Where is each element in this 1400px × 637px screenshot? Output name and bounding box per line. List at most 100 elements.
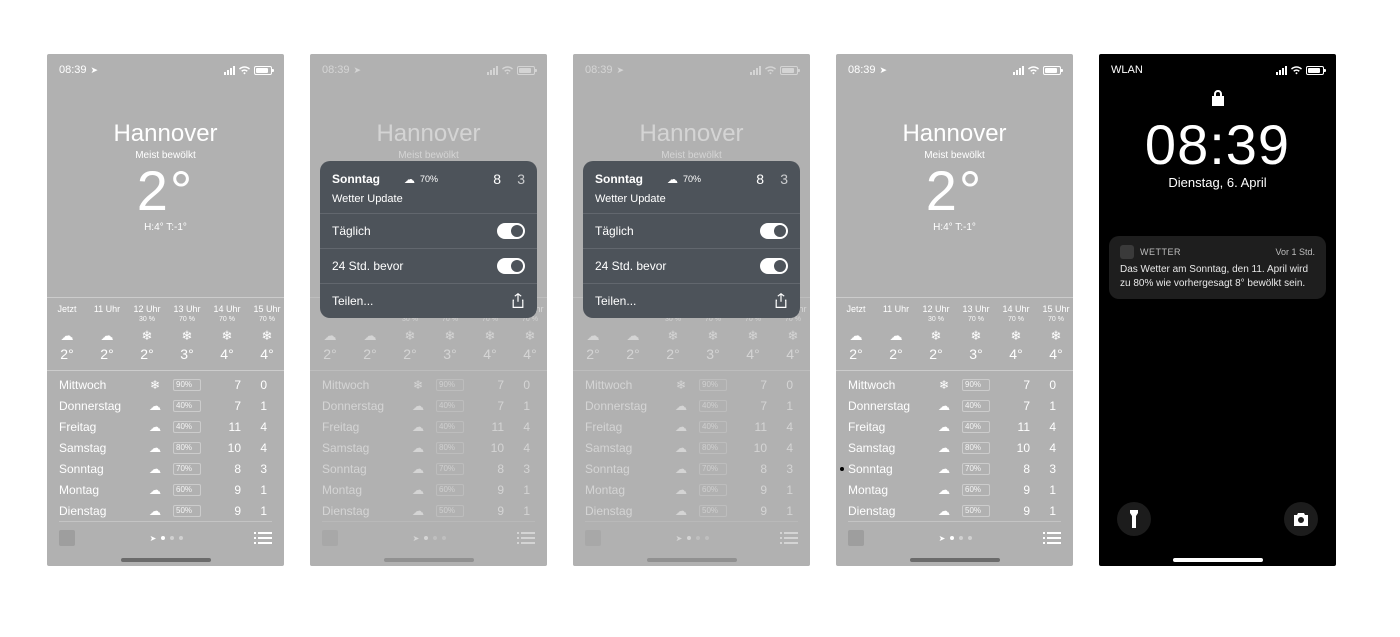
day-pct: 80% — [699, 442, 727, 454]
share-icon — [511, 293, 525, 309]
list-icon[interactable] — [258, 532, 272, 544]
day-high: 10 — [990, 441, 1030, 455]
hour-cell: 14 Uhr70 %❄4° — [996, 298, 1036, 370]
hour-pct: 70 % — [1036, 316, 1073, 324]
day-low: 3 — [1030, 462, 1056, 476]
list-icon[interactable] — [1047, 532, 1061, 544]
subscribed-dot — [840, 467, 844, 471]
day-row[interactable]: Mittwoch❄90%70 — [585, 374, 798, 395]
day-low: 1 — [1030, 504, 1056, 518]
hour-temp: 3° — [956, 346, 996, 362]
day-row[interactable]: Montag☁60%91 — [848, 479, 1061, 500]
lock-time: 08:39 — [1099, 112, 1336, 177]
day-high: 8 — [201, 462, 241, 476]
popup-pct: 70% — [420, 174, 471, 184]
day-pct: 50% — [436, 505, 464, 517]
page-dots[interactable]: ➤ — [939, 534, 973, 543]
weather-provider-icon[interactable] — [848, 530, 864, 546]
day-row[interactable]: Samstag☁80%104 — [848, 437, 1061, 458]
snow-icon: ❄ — [733, 328, 773, 342]
wifi-icon — [238, 65, 251, 75]
day-row[interactable]: Donnerstag☁40%71 — [585, 395, 798, 416]
hour-cell: Jetzt☁2° — [47, 298, 87, 370]
big-temperature: 2° — [47, 163, 284, 219]
day-row[interactable]: Montag☁60%91 — [585, 479, 798, 500]
day-row[interactable]: Donnerstag☁40%71 — [322, 395, 535, 416]
high-low: H:4° T:-1° — [47, 222, 284, 233]
hour-label: 15 Uhr — [247, 304, 284, 314]
weather-provider-icon[interactable] — [59, 530, 75, 546]
day-row[interactable]: Donnerstag☁40%71 — [848, 395, 1061, 416]
day-row[interactable]: Montag☁60%91 — [322, 479, 535, 500]
bottom-bar: ➤ — [59, 521, 272, 546]
day-row[interactable]: Samstag☁80%104 — [59, 437, 272, 458]
day-row[interactable]: Sonntag☁70%83 — [848, 458, 1061, 479]
hour-pct — [87, 316, 127, 324]
day-name: Dienstag — [322, 504, 400, 518]
lock-icon — [1210, 88, 1226, 108]
hour-temp: 2° — [127, 346, 167, 362]
popup-row-share[interactable]: Teilen... — [320, 283, 537, 318]
day-row[interactable]: Dienstag☁50%91 — [585, 500, 798, 521]
day-row[interactable]: Donnerstag☁40%71 — [59, 395, 272, 416]
notification-card[interactable]: WETTER Vor 1 Std. Das Wetter am Sonntag,… — [1109, 236, 1326, 299]
popup-row-daily[interactable]: Täglich — [320, 213, 537, 248]
toggle-daily[interactable] — [497, 223, 525, 239]
day-row[interactable]: Dienstag☁50%91 — [59, 500, 272, 521]
day-row[interactable]: Samstag☁80%104 — [322, 437, 535, 458]
hour-label: 14 Uhr — [996, 304, 1036, 314]
day-row[interactable]: Freitag☁40%114 — [59, 416, 272, 437]
snow-icon: ❄ — [400, 378, 436, 392]
day-name: Freitag — [59, 420, 137, 434]
day-row[interactable]: Sonntag☁70%83 — [322, 458, 535, 479]
hour-label: Jetzt — [836, 304, 876, 314]
status-bar: WLAN — [1111, 64, 1324, 76]
daily-forecast[interactable]: Mittwoch❄90%70Donnerstag☁40%71Freitag☁40… — [59, 374, 272, 521]
camera-button[interactable] — [1284, 502, 1318, 536]
day-row[interactable]: Mittwoch❄90%70 — [59, 374, 272, 395]
popup-row-24h[interactable]: 24 Std. bevor — [320, 248, 537, 283]
day-row[interactable]: Freitag☁40%114 — [585, 416, 798, 437]
day-pct: 90% — [436, 379, 464, 391]
day-row[interactable]: Freitag☁40%114 — [848, 416, 1061, 437]
day-row[interactable]: Dienstag☁50%91 — [848, 500, 1061, 521]
phone-screen-4: 08:39➤ HannoverMeist bewölkt2°H:4° T:-1°… — [836, 54, 1073, 566]
day-row[interactable]: Dienstag☁50%91 — [322, 500, 535, 521]
hour-temp: 2° — [573, 346, 613, 362]
day-row[interactable]: Mittwoch❄90%70 — [848, 374, 1061, 395]
day-row[interactable]: Sonntag☁70%83 — [585, 458, 798, 479]
app-icon — [1120, 245, 1134, 259]
phone-screen-1: 08:39➤ Hannover Meist bewölkt 2° H:4° T:… — [47, 54, 284, 566]
day-low: 1 — [504, 504, 530, 518]
day-name: Freitag — [848, 420, 926, 434]
popup-day-row[interactable]: Sonntag ☁ 70% 8 3 — [320, 161, 537, 191]
toggle-daily[interactable] — [760, 223, 788, 239]
toggle-24h[interactable] — [760, 258, 788, 274]
hour-temp: 2° — [876, 346, 916, 362]
location-icon: ➤ — [91, 65, 99, 76]
day-high: 11 — [990, 420, 1030, 434]
day-row[interactable]: Sonntag☁70%83 — [59, 458, 272, 479]
hour-temp: 2° — [390, 346, 430, 362]
hour-cell: 13 Uhr70 %❄3° — [956, 298, 996, 370]
home-indicator[interactable] — [1173, 558, 1263, 562]
flashlight-button[interactable] — [1117, 502, 1151, 536]
day-row[interactable]: Mittwoch❄90%70 — [322, 374, 535, 395]
home-indicator[interactable] — [121, 558, 211, 562]
page-dots[interactable]: ➤ — [150, 534, 184, 543]
day-high: 9 — [727, 504, 767, 518]
day-pct: 60% — [173, 484, 201, 496]
day-high: 10 — [464, 441, 504, 455]
day-row[interactable]: Samstag☁80%104 — [585, 437, 798, 458]
day-name: Donnerstag — [59, 399, 137, 413]
day-row[interactable]: Montag☁60%91 — [59, 479, 272, 500]
toggle-24h[interactable] — [497, 258, 525, 274]
day-name: Mittwoch — [322, 378, 400, 392]
day-name: Sonntag — [322, 462, 400, 476]
cloud-icon: ☁ — [400, 504, 436, 518]
day-high: 9 — [990, 504, 1030, 518]
hourly-forecast[interactable]: Jetzt☁2°11 Uhr☁2°12 Uhr30 %❄2°13 Uhr70 %… — [47, 297, 284, 371]
snow-icon: ❄ — [996, 328, 1036, 342]
snow-icon: ❄ — [390, 328, 430, 342]
day-row[interactable]: Freitag☁40%114 — [322, 416, 535, 437]
